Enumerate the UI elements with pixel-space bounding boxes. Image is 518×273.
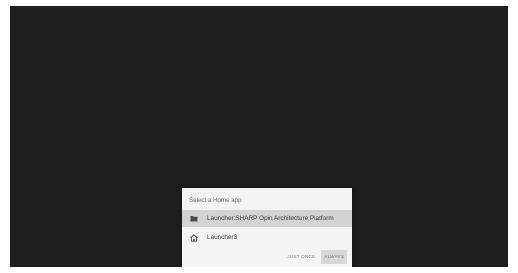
folder-icon bbox=[190, 215, 198, 223]
home-icon bbox=[190, 233, 198, 242]
dialog-actions: JUST ONCE ALWAYS bbox=[284, 250, 347, 264]
option-launcher3[interactable]: Launcher3 bbox=[182, 229, 352, 246]
just-once-button[interactable]: JUST ONCE bbox=[284, 250, 318, 264]
option-label: Launcher:SHARP Opin Architecture Platfor… bbox=[207, 215, 334, 222]
dialog-title: Select a Home app bbox=[189, 197, 242, 204]
always-button[interactable]: ALWAYS bbox=[321, 250, 347, 264]
home-app-chooser-dialog: Select a Home app Launcher:SHARP Opin Ar… bbox=[182, 188, 352, 267]
option-sharp-launcher[interactable]: Launcher:SHARP Opin Architecture Platfor… bbox=[182, 210, 352, 227]
device-screen: Select a Home app Launcher:SHARP Opin Ar… bbox=[10, 6, 508, 267]
option-label: Launcher3 bbox=[207, 234, 238, 241]
